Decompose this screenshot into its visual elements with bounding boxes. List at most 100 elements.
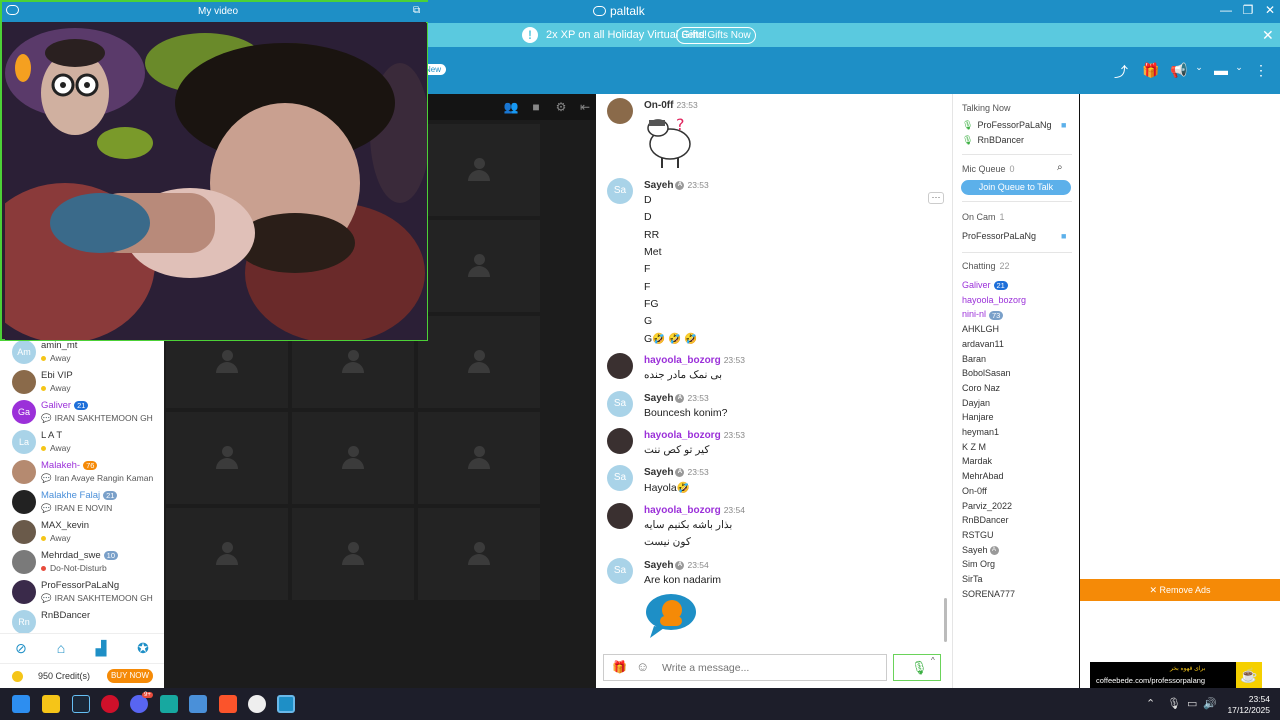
chatting-user[interactable]: BobolSasan — [962, 368, 1011, 378]
chatting-user[interactable]: SORENA777 — [962, 589, 1015, 599]
chatting-user[interactable]: On-0ff — [962, 486, 987, 496]
avatar[interactable] — [607, 503, 633, 529]
avatar[interactable] — [607, 428, 633, 454]
message-username[interactable]: hayoola_bozorg — [644, 430, 721, 441]
message-username[interactable]: On-0ff — [644, 100, 673, 111]
chatting-user[interactable]: RSTGU — [962, 530, 994, 540]
search-icon[interactable]: ⌕ — [1057, 162, 1063, 173]
video-slot[interactable] — [292, 508, 414, 600]
compass-icon[interactable]: ⊘ — [11, 640, 31, 658]
chevron-up-icon[interactable]: ⌃ — [1146, 697, 1155, 710]
maximize-button[interactable]: ❐ — [1238, 3, 1258, 19]
chatting-user[interactable]: AHKLGH — [962, 324, 999, 334]
chrome-icon[interactable] — [248, 695, 266, 713]
home-icon[interactable]: ⌂ — [51, 640, 71, 658]
message-username[interactable]: hayoola_bozorg — [644, 355, 721, 366]
message-options-icon[interactable]: ··· — [928, 192, 944, 204]
volume-icon[interactable]: 🔊 — [1203, 697, 1217, 710]
chatting-user[interactable]: nini-nl 73 — [962, 309, 1004, 320]
opera-icon[interactable] — [101, 695, 119, 713]
brave-icon[interactable] — [219, 695, 237, 713]
user-list-item[interactable]: Ga Galiver21 💬IRAN SAKHTEMOON GHESMAT — [0, 397, 164, 427]
message-username[interactable]: Sayeh — [644, 560, 673, 571]
chatting-user[interactable]: SirTa — [962, 574, 983, 584]
badge-icon[interactable]: ✪ — [133, 640, 153, 658]
video-icon[interactable]: ■ — [528, 100, 544, 114]
network-icon[interactable]: ▭ — [1187, 697, 1197, 710]
video-slot[interactable] — [418, 124, 540, 216]
chatting-user[interactable]: RnBDancer — [962, 515, 1009, 525]
close-promo-icon[interactable]: ✕ — [1262, 27, 1274, 44]
popout-icon[interactable]: ⧉ — [413, 5, 420, 16]
app-icon[interactable] — [160, 695, 178, 713]
video-title-bar[interactable]: My video ⧉ — [2, 2, 430, 22]
mic-icon[interactable]: 🎙 — [1167, 697, 1181, 710]
mic-button[interactable]: 🎙 ^ — [893, 654, 941, 681]
coffee-ad[interactable]: برای قهوه بخر coffeebede.com/professorpa… — [1090, 662, 1262, 688]
chatting-user[interactable]: K Z M — [962, 442, 986, 452]
user-list-item[interactable]: Mehrdad_swe 10 Do-Not-Disturb — [0, 547, 164, 577]
buy-now-button[interactable]: BUY NOW — [107, 669, 153, 683]
mic-icon[interactable]: 🎙 — [911, 660, 928, 676]
video-slot[interactable] — [166, 508, 288, 600]
video-slot[interactable] — [166, 412, 288, 504]
users-icon[interactable]: 👥 — [503, 100, 519, 114]
chat-scrollbar[interactable] — [944, 598, 947, 642]
chevron-up-icon[interactable]: ^ — [931, 656, 935, 665]
steam-icon[interactable] — [72, 695, 90, 713]
leaderboard-icon[interactable]: ▟ — [91, 640, 111, 658]
close-window-button[interactable]: ✕ — [1260, 3, 1280, 19]
chatting-user[interactable]: Sayeh A — [962, 545, 999, 555]
my-video-window[interactable]: My video ⧉ — [0, 0, 430, 341]
chatting-user[interactable]: Hanjare — [962, 412, 994, 422]
chatting-user[interactable]: heyman1 — [962, 427, 999, 437]
windows-start-icon[interactable] — [12, 695, 30, 713]
app-icon[interactable] — [189, 695, 207, 713]
collapse-icon[interactable]: ⇤ — [577, 100, 593, 114]
video-slot[interactable] — [418, 508, 540, 600]
message-username[interactable]: hayoola_bozorg — [644, 505, 721, 516]
send-gifts-button[interactable]: Send Gifts Now — [676, 27, 756, 44]
message-username[interactable]: Sayeh — [644, 467, 673, 478]
remove-ads-button[interactable]: ✕ Remove Ads — [1080, 579, 1280, 601]
chatting-user[interactable]: Parviz_2022 — [962, 501, 1012, 511]
chatting-user[interactable]: Sim Org — [962, 559, 995, 569]
talking-user[interactable]: 🎙 RnBDancer — [962, 135, 1024, 146]
chatting-user[interactable]: Dayjan — [962, 398, 990, 408]
chatting-user[interactable]: Coro Naz — [962, 383, 1000, 393]
video-slot[interactable] — [418, 220, 540, 312]
more-menu-icon[interactable]: ⋮ — [1250, 62, 1272, 80]
paltalk-taskbar-icon[interactable] — [277, 695, 295, 713]
message-username[interactable]: Sayeh — [644, 180, 673, 191]
message-username[interactable]: Sayeh — [644, 393, 673, 404]
avatar[interactable]: Sa — [607, 558, 633, 584]
user-list-item[interactable]: Ebi VIP Away — [0, 367, 164, 397]
video-slot[interactable] — [292, 412, 414, 504]
avatar[interactable]: Sa — [607, 465, 633, 491]
chevron-down-icon[interactable]: ⌄ — [1228, 62, 1250, 80]
avatar[interactable] — [607, 353, 633, 379]
clock[interactable]: 23:54 17/12/2025 — [1222, 694, 1270, 716]
chatting-user[interactable]: Mardak — [962, 456, 992, 466]
video-slot[interactable] — [418, 412, 540, 504]
talking-user[interactable]: 🎙 ProFessorPaLaNg — [962, 120, 1051, 131]
user-list-item[interactable]: Malakhe Falaj 21 💬 IRAN E NOVIN — [0, 487, 164, 517]
user-list-item[interactable]: La L A T Away — [0, 427, 164, 457]
user-list-item[interactable]: ProFessorPaLaNg 💬IRAN SAKHTEMOON GHESMAT — [0, 577, 164, 607]
chatting-user[interactable]: MehrAbad — [962, 471, 1004, 481]
on-cam-user[interactable]: ProFessorPaLaNg — [962, 231, 1036, 241]
chatting-user[interactable]: hayoola_bozorg — [962, 295, 1026, 305]
megaphone-icon[interactable]: 📢 — [1168, 62, 1190, 80]
user-list-item[interactable]: MAX_kevin Away — [0, 517, 164, 547]
gift-icon[interactable]: 🎁 — [612, 660, 627, 674]
chevron-down-icon[interactable]: ⌄ — [1188, 62, 1210, 80]
user-list-item[interactable]: Am amin_mt Away — [0, 337, 164, 367]
avatar[interactable] — [607, 98, 633, 124]
minimize-button[interactable]: — — [1216, 3, 1236, 19]
user-list-item[interactable]: Malakeh- 76 💬 Iran Avaye Rangin Kaman — [0, 457, 164, 487]
emoji-icon[interactable]: ☺ — [636, 659, 649, 674]
message-input[interactable] — [662, 660, 872, 676]
chatting-user[interactable]: Galiver 21 — [962, 280, 1008, 291]
avatar[interactable]: Sa — [607, 178, 633, 204]
gift-icon[interactable]: 🎁 — [1140, 62, 1162, 80]
